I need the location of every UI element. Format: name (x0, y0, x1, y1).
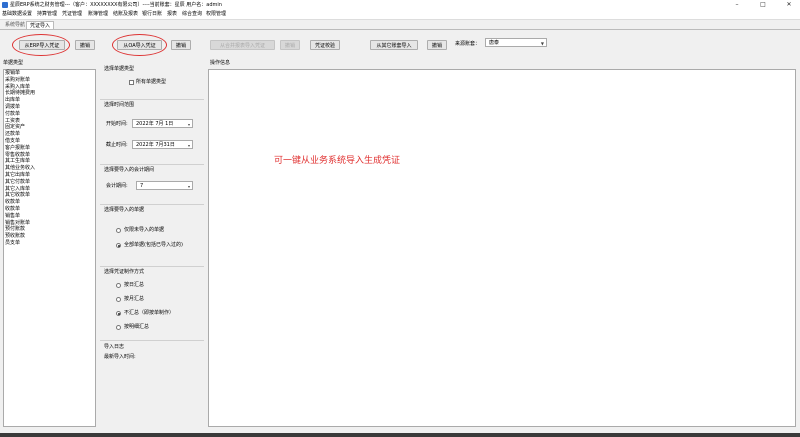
chevron-down-icon: ▼ (540, 41, 544, 46)
start-date-value: 2022年 7月 1日 (136, 121, 174, 127)
undo-oa-button[interactable]: 撤销 (171, 40, 191, 50)
start-time-label: 开始时间: (106, 121, 128, 127)
period-group-title: 选择要导入的会计期间 (104, 167, 155, 173)
tab-navigation[interactable]: 系统导航 (2, 21, 28, 29)
undo-other-button[interactable]: 撤销 (427, 40, 447, 50)
only-new-radio[interactable] (116, 228, 121, 233)
doc-type-group-title: 选择单据类型 (104, 66, 135, 72)
no-summary-radio[interactable] (116, 311, 121, 316)
undo-erp-button[interactable]: 撤销 (75, 40, 95, 50)
import-merged-button[interactable]: 从合并报表导入凭证 (210, 40, 275, 50)
last-import-time-label: 最新导入时间: (104, 354, 136, 360)
source-book-label: 来源账套： (455, 41, 481, 47)
divider (100, 164, 204, 165)
all-doc-types-label: 所有单据类型 (136, 79, 167, 85)
menu-query[interactable]: 综合查询 (182, 10, 202, 19)
import-from-oa-button[interactable]: 从OA导入凭证 (117, 40, 162, 50)
menu-bank[interactable]: 银行日账 (142, 10, 162, 19)
title-bar: 星辰ERP系统之财务管理---（客户：XXXXXXXX有限公司）----当前账套… (0, 0, 800, 10)
all-incl-radio[interactable] (116, 243, 121, 248)
end-date-picker[interactable]: 2022年 7月31日 ▾ (132, 140, 193, 149)
source-book-value: 唐泰 (489, 40, 500, 46)
list-item[interactable]: 员支单 (5, 240, 20, 247)
period-value: 7 (140, 183, 144, 189)
by-month-label: 按月汇总 (124, 296, 145, 302)
period-select[interactable]: 7 ▾ (136, 181, 193, 190)
doc-select-group-title: 选择要导入的单据 (104, 207, 145, 213)
close-icon[interactable]: ✕ (780, 0, 798, 10)
only-new-label: 仅限未导入的单据 (124, 227, 165, 233)
menu-permissions[interactable]: 权限管理 (206, 10, 226, 19)
source-book-select[interactable]: 唐泰 ▼ (485, 38, 547, 47)
menu-ledger[interactable]: 账簿管理 (88, 10, 108, 19)
import-other-book-button[interactable]: 从其它账套导入 (370, 40, 418, 50)
by-month-radio[interactable] (116, 297, 121, 302)
chevron-down-icon: ▾ (187, 184, 190, 189)
tab-bar: 系统导航 凭证导入 (0, 21, 800, 30)
divider (100, 266, 204, 267)
import-from-erp-button[interactable]: 从ERP导入凭证 (19, 40, 65, 50)
annotation-text: 可一键从业务系统导入生成凭证 (274, 156, 401, 166)
menu-basic-data[interactable]: 基础数据设置 (2, 10, 32, 19)
by-day-radio[interactable] (116, 283, 121, 288)
doc-type-list[interactable]: 报销单 采购对账单 采购入库单 长期待摊费用 出库单 调拨单 付款单 工资表 固… (3, 69, 96, 427)
start-date-picker[interactable]: 2022年 7月 1日 ▾ (132, 119, 193, 128)
no-summary-label: 不汇总（即按单制作） (124, 310, 175, 316)
time-range-group-title: 选择时间范围 (104, 102, 135, 108)
divider (100, 340, 204, 341)
minimize-icon[interactable]: – (728, 0, 746, 10)
menu-bar: 基础数据设置 持算管理 凭证管理 账簿管理 结账及报表 银行日账 报表 综合查询… (0, 10, 800, 20)
menu-reports[interactable]: 报表 (167, 10, 177, 19)
by-day-label: 按日汇总 (124, 282, 145, 288)
all-doc-types-checkbox[interactable] (129, 80, 134, 85)
period-label: 会计期间: (106, 183, 128, 189)
taskbar-strip (0, 433, 800, 437)
end-time-label: 截止时间: (106, 142, 128, 148)
divider (100, 204, 204, 205)
divider (100, 99, 204, 100)
voucher-check-button[interactable]: 凭证校验 (310, 40, 340, 50)
method-group-title: 选择凭证制作方式 (104, 269, 145, 275)
operation-info-header: 操作信息 (210, 60, 231, 66)
window-title: 星辰ERP系统之财务管理---（客户：XXXXXXXX有限公司）----当前账套… (10, 2, 222, 8)
by-detail-label: 按明细汇总 (124, 324, 150, 330)
by-detail-radio[interactable] (116, 325, 121, 330)
menu-settlement[interactable]: 持算管理 (37, 10, 57, 19)
calendar-dropdown-icon: ▾ (187, 122, 190, 127)
doc-type-list-header: 单据类型 (3, 60, 24, 66)
app-icon (2, 2, 8, 8)
undo-merged-button[interactable]: 撤销 (280, 40, 300, 50)
all-incl-label: 全部单据(包括已导入过的) (124, 242, 183, 248)
operation-info-panel (208, 69, 796, 427)
menu-closing-reports[interactable]: 结账及报表 (113, 10, 138, 19)
end-date-value: 2022年 7月31日 (136, 142, 175, 148)
import-log-title: 导入日志 (104, 344, 125, 350)
maximize-icon[interactable]: □ (754, 0, 772, 10)
calendar-dropdown-icon: ▾ (187, 143, 190, 148)
menu-voucher[interactable]: 凭证管理 (62, 10, 82, 19)
